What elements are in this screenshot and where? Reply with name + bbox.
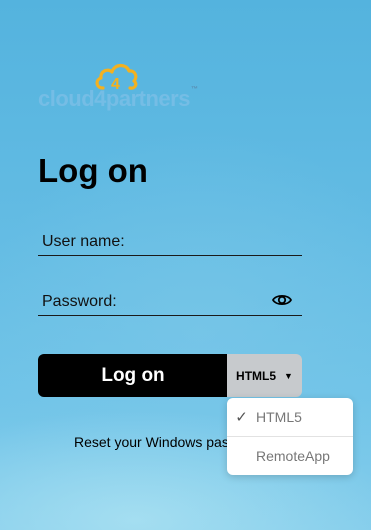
username-input[interactable] <box>38 228 302 255</box>
menu-item-label: RemoteApp <box>256 448 330 464</box>
reset-password-link[interactable]: Reset your Windows pas <box>74 434 229 450</box>
password-input[interactable] <box>38 288 302 315</box>
menu-item-html5[interactable]: ✓ HTML5 <box>227 398 353 436</box>
mode-selected-label: HTML5 <box>236 368 277 383</box>
trademark-symbol: ™ <box>190 86 198 93</box>
brand-name: cloud4partners <box>38 86 190 111</box>
brand-wordmark: cloud4partners™ <box>38 86 198 112</box>
connection-mode-menu: ✓ HTML5 RemoteApp <box>227 398 353 475</box>
menu-item-remoteapp[interactable]: RemoteApp <box>227 437 353 475</box>
password-field <box>38 288 302 316</box>
logon-button[interactable]: Log on <box>38 354 228 397</box>
eye-icon[interactable] <box>272 292 292 308</box>
connection-mode-dropdown[interactable]: HTML5 ▼ <box>227 354 302 397</box>
page-title: Log on <box>38 152 148 189</box>
username-field <box>38 228 302 256</box>
caret-down-icon: ▼ <box>284 370 293 381</box>
brand-logo: 4 cloud4partners™ <box>38 58 198 116</box>
checkmark-icon: ✓ <box>235 409 248 426</box>
menu-item-label: HTML5 <box>256 409 302 425</box>
